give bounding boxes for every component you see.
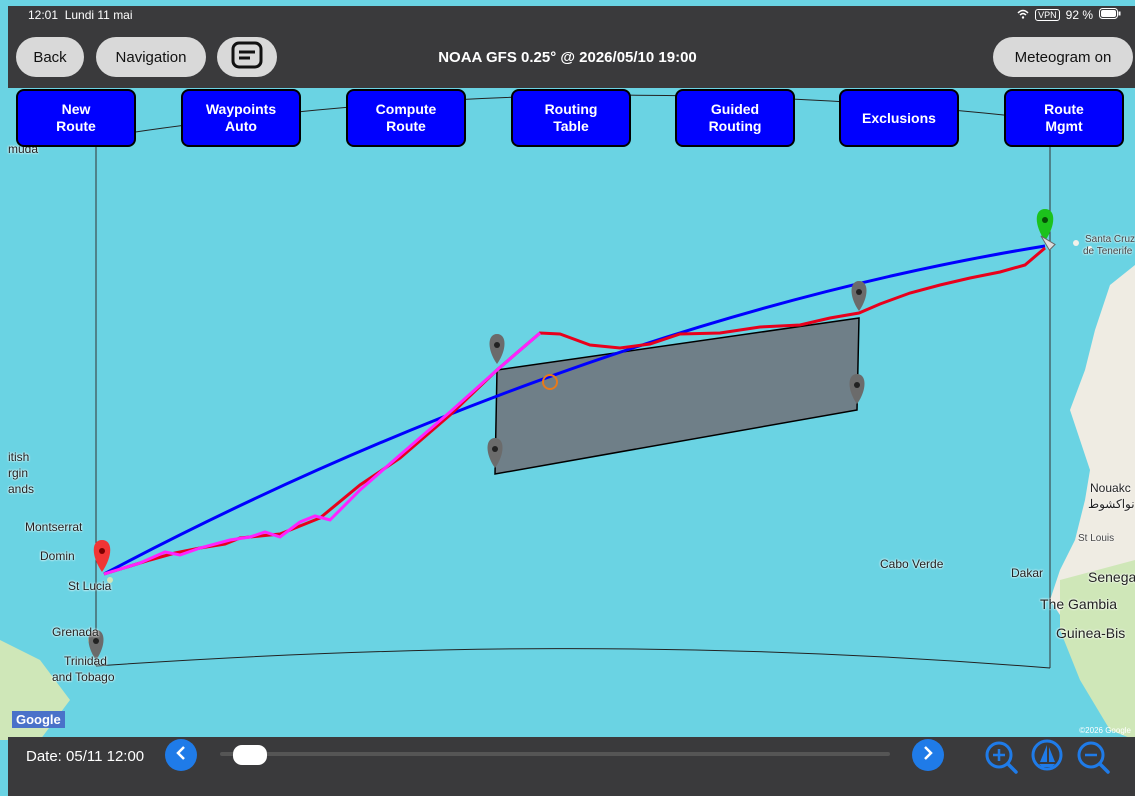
- label-guinea-bissau: Guinea-Bis: [1056, 625, 1126, 641]
- label-tenerife: de Tenerife: [1083, 246, 1133, 257]
- label-st-lucia: St Lucia: [68, 579, 112, 593]
- label-cabo-verde: Cabo Verde: [880, 557, 944, 571]
- boat-center-button[interactable]: [1029, 737, 1069, 777]
- label-bvi: itish: [8, 450, 30, 464]
- label-bvi: ands: [8, 482, 35, 496]
- label-dominica: Domin: [40, 549, 75, 563]
- island-tenerife: [1073, 240, 1079, 246]
- zoom-out-icon: [1075, 741, 1115, 781]
- label-trinidad: and Tobago: [52, 670, 115, 684]
- boat-icon: [1029, 739, 1069, 781]
- compute-route-button[interactable]: Compute Route: [346, 89, 466, 147]
- zoom-in-button[interactable]: [983, 737, 1023, 777]
- page-title: NOAA GFS 0.25° @ 2026/05/10 19:00: [438, 49, 697, 66]
- battery-icon: [1099, 8, 1121, 22]
- label-tenerife: Santa Cruz: [1085, 234, 1135, 245]
- new-route-button[interactable]: New Route: [16, 89, 136, 147]
- vpn-badge: VPN: [1035, 9, 1060, 21]
- google-logo: Google: [12, 711, 65, 728]
- status-right: VPN 92 %: [1017, 8, 1121, 22]
- route-mgmt-button[interactable]: Route Mgmt: [1004, 89, 1124, 147]
- label-nouakchott: Nouakc: [1090, 481, 1131, 495]
- zoom-in-icon: [983, 741, 1023, 781]
- label-dakar: Dakar: [1011, 566, 1044, 580]
- zoom-out-button[interactable]: [1075, 737, 1115, 777]
- chevron-right-icon: [922, 745, 934, 766]
- wifi-icon: [1017, 8, 1029, 22]
- label-trinidad: Trinidad: [64, 654, 107, 668]
- date-label: Date: 05/11 12:00: [26, 748, 145, 765]
- map-copyright: ©2026 Google: [1079, 726, 1131, 735]
- waypoints-auto-button[interactable]: Waypoints Auto: [181, 89, 301, 147]
- guided-routing-button[interactable]: Guided Routing: [675, 89, 795, 147]
- chevron-left-icon: [175, 745, 187, 766]
- routing-table-button[interactable]: Routing Table: [511, 89, 631, 147]
- time-slider-track[interactable]: [220, 752, 890, 756]
- app-window: muda itish rgin ands Montserrat Domin St…: [0, 0, 1135, 796]
- label-gambia: The Gambia: [1040, 596, 1118, 612]
- time-slider-thumb[interactable]: [232, 745, 267, 765]
- label-grenada: Grenada: [52, 625, 99, 639]
- label-nouakchott-ar: نواكشوط: [1088, 497, 1135, 511]
- meteogram-button[interactable]: Meteogram on: [993, 37, 1133, 77]
- battery-percent: 92 %: [1065, 8, 1093, 22]
- label-st-louis: St Louis: [1078, 533, 1115, 544]
- next-time-button[interactable]: [912, 739, 944, 771]
- status-date: Lundi 11 mai: [64, 8, 133, 22]
- status-time: 12:01 Lundi 11 mai: [28, 8, 133, 22]
- label-bvi: rgin: [8, 466, 29, 480]
- label-montserrat: Montserrat: [25, 520, 83, 534]
- exclusions-button[interactable]: Exclusions: [839, 89, 959, 147]
- previous-time-button[interactable]: [165, 739, 197, 771]
- label-senegal: Senega: [1088, 569, 1135, 585]
